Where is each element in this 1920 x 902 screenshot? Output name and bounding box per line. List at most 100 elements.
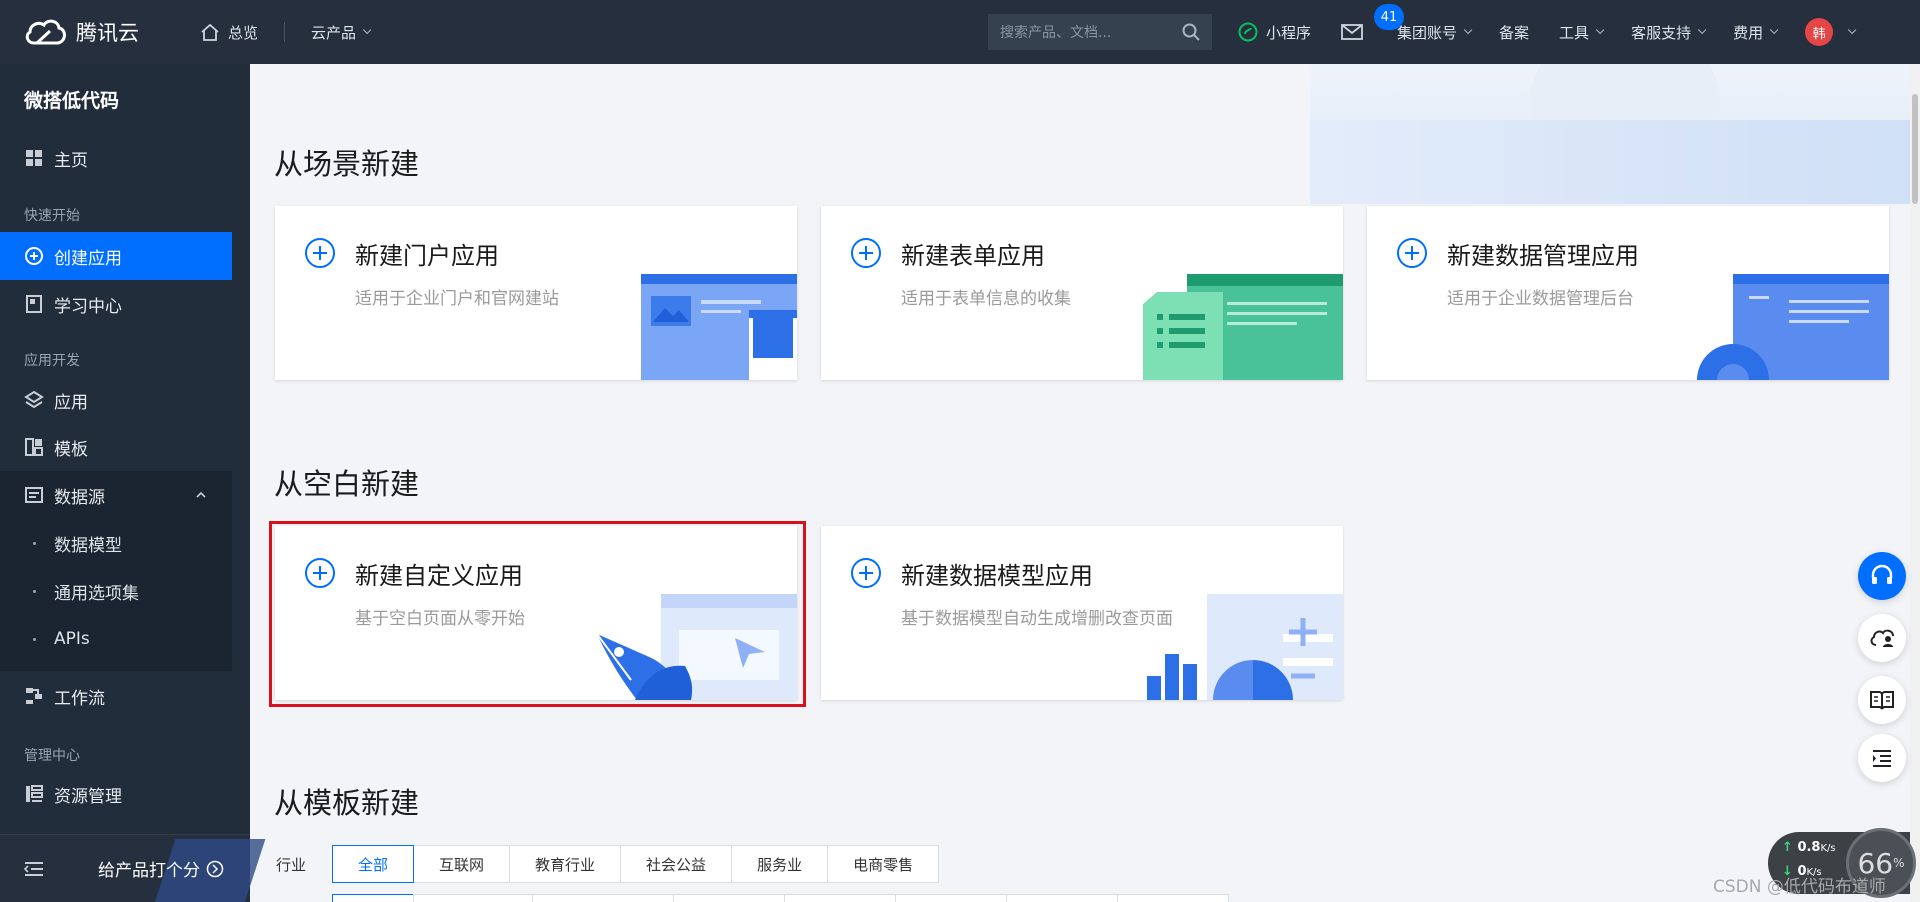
nav-tools[interactable]: 工具 [1559, 22, 1605, 43]
main-content: 从场景新建 新建门户应用 适用于企业门户和官网建站 新建表单应用 适用于表单信息… [250, 64, 1920, 902]
nav-account[interactable]: 集团账号 [1397, 22, 1473, 43]
speed-unit: K/s [1820, 843, 1836, 854]
layers-icon [24, 390, 44, 409]
filter-label-industry: 行业 [276, 856, 307, 874]
filter-option-public-welfare[interactable]: 社会公益 [620, 845, 733, 883]
nav-cloud-products[interactable]: 云产品 [311, 22, 372, 43]
docs-button[interactable] [1858, 676, 1906, 724]
search-placeholder: 搜索产品、文档... [1000, 25, 1112, 41]
sidebar-item-label: 工作流 [54, 688, 105, 709]
search-icon[interactable] [1182, 23, 1200, 41]
filter-option-services[interactable]: 服务业 [731, 845, 829, 883]
sidebar-item-datasource[interactable]: 数据源 [0, 471, 232, 519]
list-indent-icon [1873, 750, 1891, 767]
card-new-form-app[interactable]: 新建表单应用 适用于表单信息的收集 [821, 206, 1343, 380]
sidebar-item-templates[interactable]: 模板 [0, 423, 232, 471]
nav-support-label: 客服支持 [1631, 23, 1692, 42]
sidebar-item-home[interactable]: 主页 [0, 134, 232, 182]
hero-banner [1310, 64, 1920, 204]
sidebar: 微搭低代码 主页 快速开始 创建应用 学习中心 应用开发 应用 模板 数据源 数… [0, 64, 266, 902]
headset-icon [1871, 564, 1893, 584]
sidebar-group-dev: 应用开发 [24, 353, 80, 369]
top-nav-bar: 腾讯云 总览 云产品 搜索产品、文档... 小程序 41 集团账号 备案 工具 [0, 0, 1920, 64]
sidebar-item-create-app[interactable]: 创建应用 [0, 232, 232, 280]
secondary-filter-tabs [332, 894, 1229, 902]
sidebar-item-option-sets[interactable]: 通用选项集 [0, 567, 232, 615]
upload-speed: ↑ 0.8K/s [1782, 840, 1836, 855]
portal-illustration-icon [641, 274, 797, 380]
nav-account-label: 集团账号 [1397, 23, 1458, 42]
nav-billing[interactable]: 费用 [1733, 22, 1779, 43]
filter-tab[interactable] [1006, 894, 1118, 902]
sidebar-item-label: 资源管理 [54, 786, 122, 807]
sidebar-item-workflow[interactable]: 工作流 [0, 672, 232, 720]
filter-tab[interactable] [332, 894, 414, 902]
filter-option-all[interactable]: 全部 [332, 845, 415, 883]
nav-miniprogram[interactable]: 小程序 [1238, 22, 1311, 43]
nav-miniprogram-label: 小程序 [1266, 23, 1312, 42]
nav-products-label: 云产品 [311, 23, 357, 42]
nav-filing-label: 备案 [1499, 23, 1530, 42]
industry-filter-tabs: 全部 互联网 教育行业 社会公益 服务业 电商零售 [332, 845, 940, 883]
resource-icon [26, 785, 43, 802]
template-icon [25, 438, 43, 456]
card-title: 新建门户应用 [355, 242, 499, 270]
nav-filing[interactable]: 备案 [1499, 22, 1529, 43]
arrow-up-icon: ↑ [1782, 840, 1793, 855]
outline-button[interactable] [1858, 734, 1906, 782]
section-title-scene: 从场景新建 [274, 147, 420, 181]
collapse-sidebar-icon[interactable] [24, 861, 44, 877]
sidebar-item-data-model[interactable]: 数据模型 [0, 519, 232, 567]
tencent-cloud-logo[interactable]: 腾讯云 [24, 17, 162, 47]
card-description: 适用于企业数据管理后台 [1447, 289, 1634, 309]
sidebar-item-apps[interactable]: 应用 [0, 376, 232, 424]
filter-option-education[interactable]: 教育行业 [509, 845, 622, 883]
section-title-template: 从模板新建 [274, 786, 420, 820]
filter-tab[interactable] [784, 894, 896, 902]
sidebar-group-quickstart: 快速开始 [24, 208, 80, 224]
sidebar-title: 微搭低代码 [24, 90, 120, 112]
home-icon [201, 23, 219, 41]
sidebar-item-label: 数据源 [54, 487, 105, 508]
cloud-logo-icon [25, 19, 66, 45]
filter-tab[interactable] [532, 894, 674, 902]
sidebar-item-apis[interactable]: APIs [0, 615, 232, 663]
cloud-user-button[interactable] [1858, 614, 1906, 662]
nav-divider [284, 22, 286, 42]
sidebar-item-learning[interactable]: 学习中心 [0, 280, 232, 328]
workflow-icon [26, 688, 42, 704]
nav-overview[interactable]: 总览 [200, 22, 258, 43]
search-input[interactable]: 搜索产品、文档... [988, 14, 1212, 50]
brand-name: 腾讯云 [76, 21, 139, 45]
page-scrollbar[interactable] [1910, 64, 1920, 902]
filter-tab[interactable] [673, 894, 785, 902]
plus-circle-icon [851, 238, 881, 268]
filter-tab[interactable] [413, 894, 533, 902]
chevron-down-icon [1463, 25, 1473, 35]
book-icon [26, 295, 42, 313]
scrollbar-thumb[interactable] [1912, 94, 1918, 204]
card-new-portal-app[interactable]: 新建门户应用 适用于企业门户和官网建站 [275, 206, 797, 380]
watermark: CSDN @低代码布道师 [1713, 877, 1886, 897]
filter-option-internet[interactable]: 互联网 [413, 845, 511, 883]
form-illustration-icon [1143, 274, 1343, 380]
percent-sign: % [1893, 856, 1905, 870]
chevron-up-icon [196, 491, 206, 498]
filter-option-ecommerce[interactable]: 电商零售 [827, 845, 940, 883]
sidebar-item-resources[interactable]: 资源管理 [0, 770, 232, 818]
user-menu[interactable]: 韩 [1805, 18, 1857, 46]
card-new-data-model-app[interactable]: 新建数据模型应用 基于数据模型自动生成增删改查页面 [821, 526, 1343, 700]
cloud-user-icon [1870, 629, 1894, 647]
nav-billing-label: 费用 [1733, 23, 1764, 42]
nav-messages[interactable] [1341, 24, 1371, 40]
card-new-data-mgmt-app[interactable]: 新建数据管理应用 适用于企业数据管理后台 [1367, 206, 1889, 380]
sidebar-item-label: 主页 [54, 150, 88, 171]
nav-support[interactable]: 客服支持 [1631, 22, 1707, 43]
customer-service-button[interactable] [1858, 552, 1906, 600]
card-description: 适用于表单信息的收集 [901, 289, 1071, 309]
filter-tab[interactable] [895, 894, 1007, 902]
card-title: 新建数据模型应用 [901, 562, 1093, 590]
sidebar-item-label: 学习中心 [54, 296, 122, 317]
filter-tab[interactable] [1117, 894, 1229, 902]
rate-product-link[interactable]: 给产品打个分 [98, 856, 224, 881]
